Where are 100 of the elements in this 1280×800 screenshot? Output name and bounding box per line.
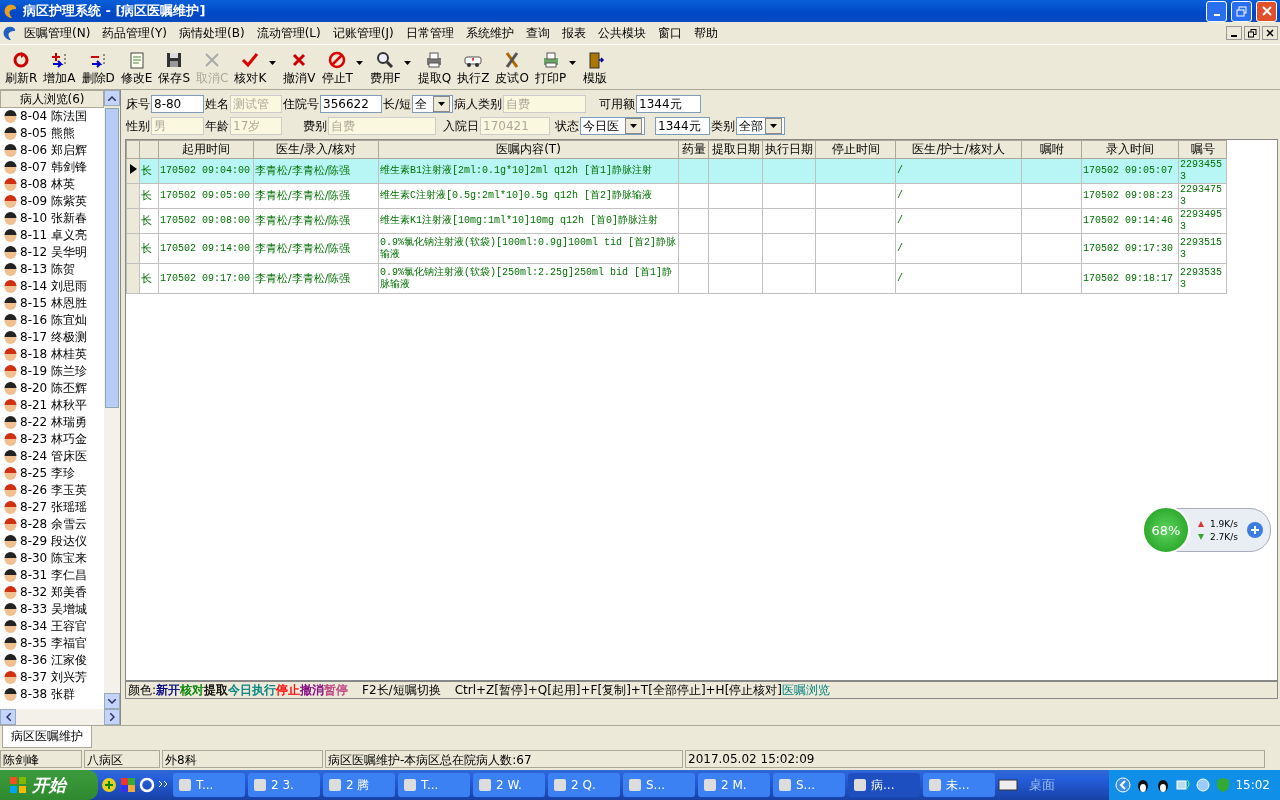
column-header[interactable]: 停止时间: [815, 140, 896, 159]
menu-item[interactable]: 窗口: [651, 22, 688, 44]
patient-item[interactable]: 8-17 终极测: [20, 329, 88, 346]
column-header[interactable]: 药量: [678, 140, 709, 159]
toolbar-button[interactable]: 删除D: [78, 50, 118, 87]
dropdown-field[interactable]: 今日医: [580, 117, 645, 135]
patient-item[interactable]: 8-31 李仁昌: [20, 567, 88, 584]
menu-item[interactable]: 查询: [519, 22, 556, 44]
patient-item[interactable]: 8-28 余雪云: [20, 516, 88, 533]
patient-item[interactable]: 8-10 张新春: [20, 210, 88, 227]
patient-item[interactable]: 8-26 李玉英: [20, 482, 88, 499]
column-header[interactable]: 医生/录入/核对: [253, 140, 379, 159]
taskbar-button[interactable]: 2 M.: [698, 773, 770, 797]
menu-item[interactable]: 流动管理(L): [250, 22, 327, 44]
plus-circle-icon[interactable]: [101, 777, 117, 793]
desktop-toolbar-label[interactable]: 桌面: [1029, 776, 1055, 794]
taskbar-button[interactable]: S...: [773, 773, 845, 797]
toolbar-button[interactable]: 核对K: [231, 50, 270, 87]
patient-item[interactable]: 8-19 陈兰珍: [20, 363, 88, 380]
toolbar-button[interactable]: 费用F: [366, 50, 404, 87]
patient-item[interactable]: 8-24 管床医: [20, 448, 88, 465]
taskbar-button[interactable]: 未...: [923, 773, 995, 797]
patient-item[interactable]: 8-05 熊熊: [20, 125, 76, 142]
menu-item[interactable]: 公共模块: [591, 22, 652, 44]
toolbar-button[interactable]: 增加A: [40, 50, 79, 87]
menu-item[interactable]: 系统维护: [459, 22, 520, 44]
restore-button[interactable]: [1244, 26, 1260, 40]
toolbar-button[interactable]: 刷新R: [2, 50, 41, 87]
patient-item[interactable]: 8-38 张群: [20, 686, 76, 703]
chevron-icon[interactable]: [158, 780, 170, 790]
taskbar-button[interactable]: S...: [623, 773, 695, 797]
input-field[interactable]: 1344元: [655, 117, 710, 135]
scroll-down-button[interactable]: [104, 693, 120, 709]
menu-item[interactable]: 日常管理: [399, 22, 460, 44]
minimize-button[interactable]: [1226, 26, 1242, 40]
dropdown-field[interactable]: 全部: [736, 117, 785, 135]
menu-item[interactable]: 报表: [555, 22, 592, 44]
menu-item[interactable]: 药品管理(Y): [96, 22, 174, 44]
patient-item[interactable]: 8-07 韩剑锋: [20, 159, 88, 176]
patient-item[interactable]: 8-37 刘兴芳: [20, 669, 88, 686]
taskbar-button[interactable]: T...: [398, 773, 470, 797]
patient-item[interactable]: 8-27 张瑶瑶: [20, 499, 88, 516]
toolbar-button[interactable]: 停止T: [318, 50, 356, 87]
input-field[interactable]: 8-80: [151, 95, 204, 113]
network-monitor-widget[interactable]: 68% 1.9K/s 2.7K/s: [1143, 508, 1271, 552]
plus-icon[interactable]: [1246, 521, 1264, 539]
patient-item[interactable]: 8-04 陈法国: [20, 108, 88, 125]
column-header[interactable]: 提取日期: [708, 140, 763, 159]
taskbar-button[interactable]: T...: [173, 773, 245, 797]
menu-item[interactable]: 病情处理(B): [173, 22, 251, 44]
patient-item[interactable]: 8-32 郑美香: [20, 584, 88, 601]
scroll-left-button[interactable]: [0, 709, 16, 725]
close-button[interactable]: [1262, 26, 1278, 40]
window-tab[interactable]: 病区医嘱维护: [2, 726, 92, 748]
patient-item[interactable]: 8-16 陈宜灿: [20, 312, 88, 329]
dropdown-caret-icon[interactable]: [269, 61, 277, 65]
row-indicator[interactable]: [126, 158, 140, 184]
taskbar-button[interactable]: 2 腾: [323, 773, 395, 797]
column-header[interactable]: 嘱号: [1178, 140, 1227, 159]
column-header[interactable]: 执行日期: [762, 140, 816, 159]
patient-item[interactable]: 8-36 江家俊: [20, 652, 88, 669]
taskbar-button[interactable]: 2 Q.: [548, 773, 620, 797]
column-header[interactable]: 录入时间: [1081, 140, 1179, 159]
toolbar-button[interactable]: 修改E: [117, 50, 156, 87]
patient-item[interactable]: 8-06 郑启辉: [20, 142, 88, 159]
patient-item[interactable]: 8-35 李福官: [20, 635, 88, 652]
toolbar-button[interactable]: 执行Z: [454, 50, 493, 87]
scrollbar-thumb[interactable]: [105, 108, 119, 408]
patient-item[interactable]: 8-18 林桂英: [20, 346, 88, 363]
input-field[interactable]: 1344元: [636, 95, 702, 113]
dropdown-caret-icon[interactable]: [355, 61, 363, 65]
browse-link[interactable]: 医嘱浏览: [782, 681, 830, 699]
taskbar-button[interactable]: 2 W.: [473, 773, 545, 797]
start-button[interactable]: 开始: [0, 770, 98, 800]
patient-item[interactable]: 8-21 林秋平: [20, 397, 88, 414]
colored-squares-icon[interactable]: [120, 777, 136, 793]
taskbar-button[interactable]: 病...: [848, 773, 920, 797]
keyboard-icon[interactable]: [998, 778, 1018, 792]
toolbar-button[interactable]: 撤消V: [280, 50, 319, 87]
menu-item[interactable]: 医嘱管理(N): [18, 22, 97, 44]
patient-item[interactable]: 8-23 林巧金: [20, 431, 88, 448]
toolbar-button[interactable]: 打印P: [531, 50, 570, 87]
patient-item[interactable]: 8-15 林恩胜: [20, 295, 88, 312]
menu-item[interactable]: 帮助: [687, 22, 724, 44]
patient-item[interactable]: 8-29 段达仪: [20, 533, 88, 550]
patient-item[interactable]: 8-34 王容官: [20, 618, 88, 635]
patient-item[interactable]: 8-14 刘思雨: [20, 278, 88, 295]
patient-item[interactable]: 8-33 吴增城: [20, 601, 88, 618]
patient-item[interactable]: 8-09 陈紫英: [20, 193, 88, 210]
column-header[interactable]: 起用时间: [158, 140, 254, 159]
dropdown-caret-icon[interactable]: [569, 61, 577, 65]
toolbar-button[interactable]: 模版: [580, 50, 611, 87]
toolbar-button[interactable]: 保存S: [155, 50, 194, 87]
patient-item[interactable]: 8-25 李珍: [20, 465, 76, 482]
patient-item[interactable]: 8-30 陈宝来: [20, 550, 88, 567]
scroll-up-button[interactable]: [104, 90, 120, 106]
patient-item[interactable]: 8-20 陈丕辉: [20, 380, 88, 397]
column-header[interactable]: 医嘱内容(T): [378, 140, 679, 159]
dropdown-field[interactable]: 全: [412, 95, 454, 113]
column-header[interactable]: 嘱咐: [1021, 140, 1082, 159]
